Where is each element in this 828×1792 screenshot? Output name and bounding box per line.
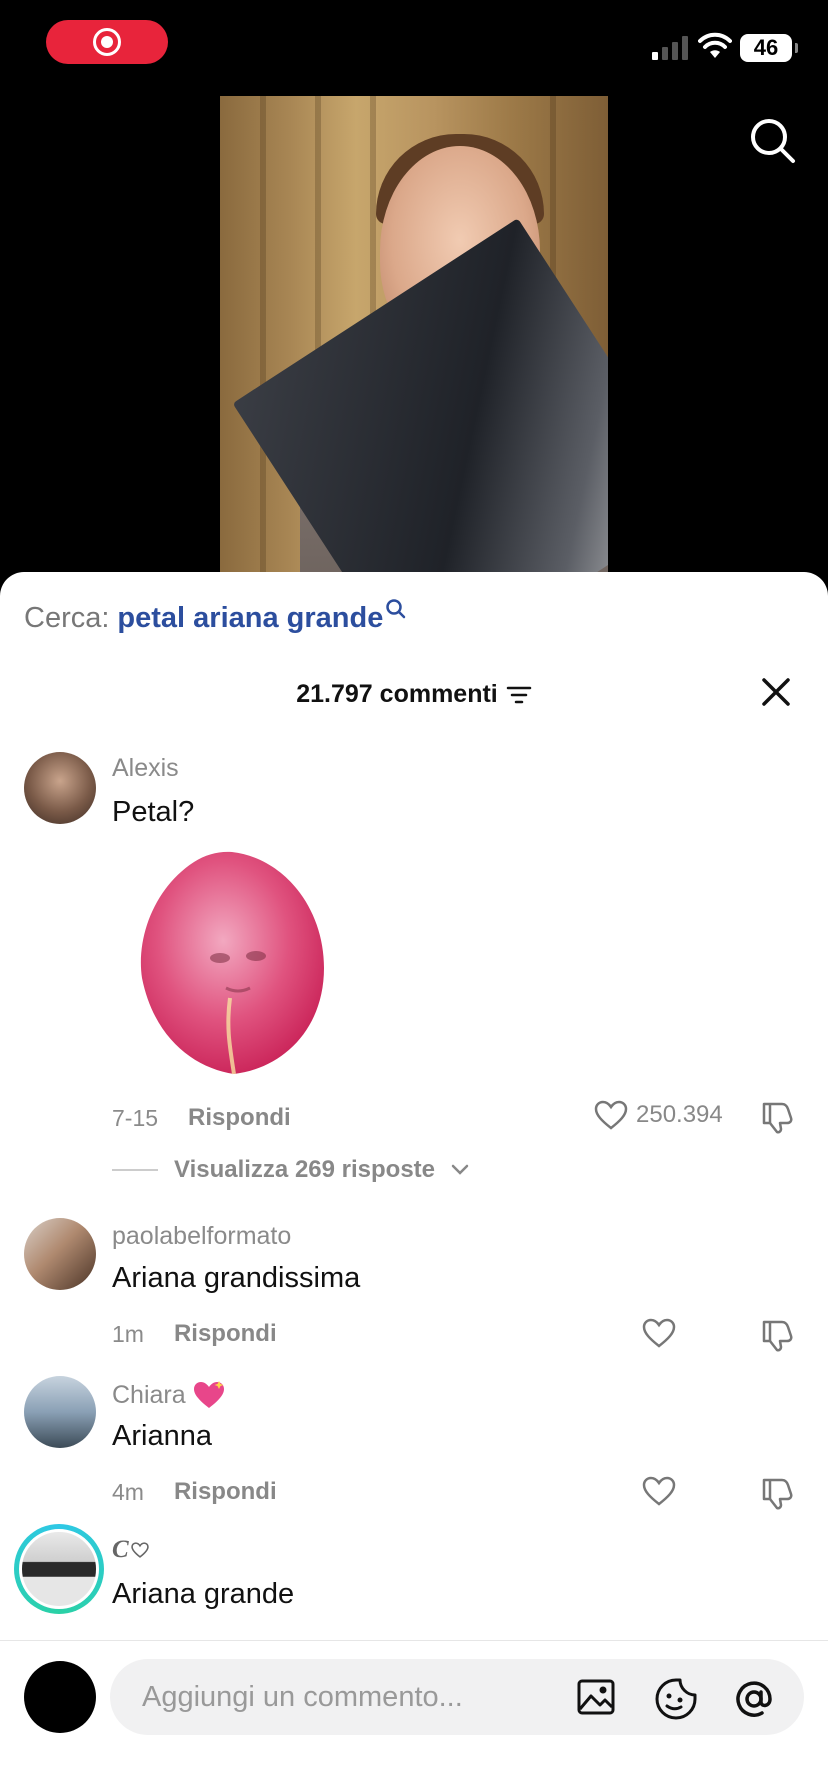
reply-button[interactable]: Rispondi — [188, 1104, 291, 1132]
dislike-icon[interactable] — [760, 1316, 796, 1352]
close-icon[interactable] — [756, 672, 796, 712]
search-small-icon — [386, 599, 406, 619]
record-icon — [93, 28, 121, 56]
avatar[interactable] — [24, 1376, 96, 1448]
like-button[interactable] — [642, 1476, 676, 1506]
view-replies-button[interactable]: Visualizza 269 risposte — [112, 1156, 469, 1184]
search-icon[interactable] — [748, 116, 798, 166]
reply-button[interactable]: Rispondi — [174, 1478, 277, 1506]
comment-username-row[interactable]: C — [112, 1536, 149, 1564]
reply-button[interactable]: Rispondi — [174, 1320, 277, 1348]
comment-text: Petal? — [112, 796, 195, 828]
image-icon[interactable] — [576, 1677, 616, 1717]
comment-text: Ariana grande — [112, 1578, 295, 1610]
status-bar: 46 — [0, 0, 828, 96]
comment-username[interactable]: paolabelformato — [112, 1222, 291, 1251]
comment-meta: 1m Rispondi — [112, 1320, 277, 1348]
avatar[interactable] — [24, 752, 96, 824]
comment-time: 1m — [112, 1320, 144, 1347]
battery-indicator: 46 — [740, 34, 798, 62]
comment-input-placeholder: Aggiungi un commento... — [142, 1681, 463, 1713]
comment-username: C — [112, 1536, 129, 1563]
avatar — [19, 1529, 99, 1609]
comment-composer: Aggiungi un commento... — [0, 1640, 828, 1792]
comment-input[interactable]: Aggiungi un commento... — [110, 1659, 804, 1735]
screen-recording-indicator[interactable] — [46, 20, 168, 64]
user-avatar[interactable] — [24, 1661, 96, 1733]
like-button[interactable] — [642, 1318, 676, 1348]
mention-icon[interactable] — [732, 1677, 776, 1721]
comment-username: Chiara — [112, 1380, 186, 1409]
divider-line — [112, 1169, 158, 1171]
heart-icon — [642, 1476, 676, 1506]
avatar-story-ring[interactable] — [14, 1524, 104, 1614]
comment-username[interactable]: Alexis — [112, 754, 179, 783]
video-frame[interactable] — [220, 96, 608, 596]
sticker-icon[interactable] — [654, 1677, 698, 1721]
comment-time: 4m — [112, 1478, 144, 1505]
heart-icon — [130, 1542, 149, 1558]
heart-icon — [642, 1318, 676, 1348]
view-replies-label: Visualizza 269 risposte — [174, 1156, 436, 1183]
comment-time: 7-15 — [112, 1104, 159, 1131]
like-count: 250.394 — [636, 1101, 723, 1128]
cellular-signal-icon — [652, 36, 688, 60]
dislike-icon[interactable] — [760, 1098, 796, 1134]
comment-username-row[interactable]: Chiara — [112, 1380, 226, 1410]
like-button[interactable]: 250.394 — [594, 1100, 723, 1130]
sort-filter-icon[interactable] — [506, 685, 532, 705]
comment-text: Ariana grandissima — [112, 1262, 361, 1294]
comments-count: 21.797 commenti — [296, 680, 498, 708]
chevron-down-icon — [451, 1164, 469, 1175]
comment-meta: 4m Rispondi — [112, 1478, 277, 1506]
avatar[interactable] — [24, 1218, 96, 1290]
search-term[interactable]: petal ariana grande — [117, 602, 383, 635]
petal-image[interactable] — [134, 848, 330, 1076]
dislike-icon[interactable] — [760, 1474, 796, 1510]
video-player[interactable] — [0, 96, 828, 596]
comment-meta: 7-15 Rispondi — [112, 1104, 291, 1132]
sparkling-heart-icon — [193, 1381, 224, 1408]
wifi-icon — [698, 32, 732, 58]
heart-icon — [594, 1100, 628, 1130]
search-suggestion[interactable]: Cerca: petal ariana grande — [24, 599, 407, 635]
comment-text: Arianna — [112, 1420, 212, 1452]
search-prefix: Cerca: — [24, 602, 110, 634]
comments-count-header[interactable]: 21.797 commenti — [0, 680, 828, 709]
